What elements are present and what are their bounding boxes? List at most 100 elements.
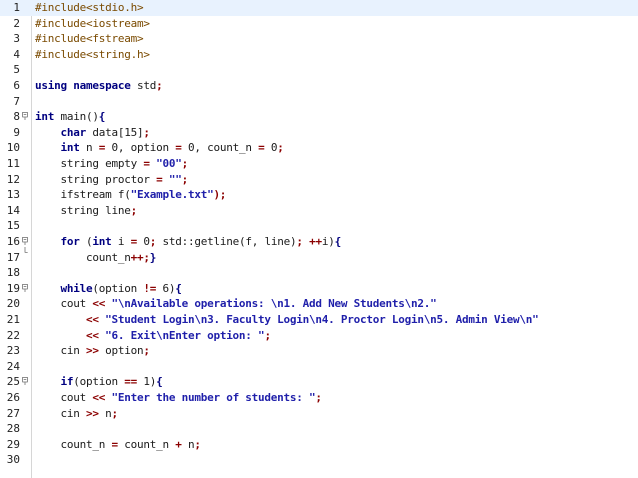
line-number: 24 (6, 359, 20, 373)
code-text[interactable]: string empty = "00"; (35, 156, 188, 172)
fold-collapse-icon[interactable] (21, 112, 29, 121)
code-line[interactable]: 2 #include<iostream> (0, 16, 638, 32)
code-token: ; (277, 141, 284, 155)
code-token: string line (35, 203, 131, 217)
code-token: count_n (35, 250, 131, 264)
code-line[interactable]: 7 (0, 94, 638, 110)
code-text[interactable]: << "Student Login\n3. Faculty Login\n4. … (35, 312, 539, 328)
code-token: } (149, 250, 157, 264)
code-token: std (130, 79, 157, 92)
code-line[interactable]: 16 for (int i = 0; std::getline(f, line)… (0, 234, 638, 250)
code-text[interactable]: count_n = count_n + n; (35, 437, 201, 453)
code-line[interactable]: 15 (0, 218, 638, 234)
code-line[interactable]: 10 int n = 0, option = 0, count_n = 0; (0, 140, 638, 156)
line-number: 14 (6, 203, 20, 217)
code-line[interactable]: 14 string line; (0, 203, 638, 219)
line-number: 5 (13, 63, 20, 77)
line-number: 21 (6, 313, 20, 326)
code-token: i) (321, 235, 335, 248)
code-token: while (60, 281, 93, 295)
code-text[interactable]: #include<iostream> (35, 16, 150, 32)
code-token: 0 (137, 235, 150, 248)
code-line[interactable]: 1 #include<stdio.h> (0, 0, 638, 16)
code-line[interactable]: 4 #include<string.h> (0, 47, 638, 63)
code-text[interactable]: using namespace std; (35, 78, 163, 94)
code-token: ; (315, 391, 322, 404)
code-token: "6. Exit\nEnter option: " (105, 328, 265, 342)
code-token: 0, count_n (181, 141, 259, 155)
code-token: count_n (117, 437, 176, 451)
code-line[interactable]: 24 (0, 359, 638, 375)
code-line[interactable]: 20 cout << "\nAvailable operations: \n1.… (0, 296, 638, 312)
code-text[interactable]: while(option != 6){ (35, 281, 182, 297)
code-token: #include<stdio.h> (35, 1, 144, 14)
code-text[interactable]: string proctor = ""; (35, 172, 188, 188)
line-number: 23 (6, 344, 20, 358)
code-token: main() (54, 110, 99, 124)
code-text[interactable]: char data[15]; (35, 125, 151, 141)
code-text[interactable]: #include<stdio.h> (35, 0, 144, 16)
code-line[interactable]: 3 #include<fstream> (0, 31, 638, 47)
code-line[interactable]: 28 (0, 421, 638, 437)
code-token: cin (35, 406, 86, 420)
fold-collapse-icon[interactable] (21, 237, 29, 245)
code-token: string empty (35, 157, 144, 170)
code-text[interactable]: int main(){ (35, 109, 105, 125)
code-token: ; (264, 328, 271, 342)
code-token: using namespace (35, 79, 131, 92)
code-line[interactable]: 27 cin >> n; (0, 406, 638, 422)
code-line[interactable]: 21 << "Student Login\n3. Faculty Login\n… (0, 312, 638, 328)
code-token: (option (73, 375, 125, 389)
code-text[interactable]: cin >> n; (35, 406, 118, 422)
code-text[interactable]: cin >> option; (35, 343, 150, 359)
code-line[interactable]: 22 << "6. Exit\nEnter option: "; (0, 328, 638, 344)
fold-collapse-icon[interactable] (21, 377, 29, 386)
code-token: 1) (136, 375, 157, 389)
code-line[interactable]: 25 if(option == 1){ (0, 374, 638, 390)
code-line[interactable]: 12 string proctor = ""; (0, 172, 638, 188)
code-line[interactable]: 13 ifstream f("Example.txt"); (0, 187, 638, 203)
line-number: 29 (6, 437, 20, 451)
code-line[interactable]: 8 int main(){ (0, 109, 638, 125)
code-token: if (60, 375, 74, 389)
code-token: cout (35, 391, 93, 404)
line-number: 6 (13, 79, 20, 92)
code-line[interactable]: 17 count_n++;} (0, 246, 638, 266)
line-number: 10 (6, 141, 20, 155)
fold-collapse-icon[interactable] (21, 283, 29, 292)
code-token: ; (143, 344, 150, 358)
code-text[interactable]: count_n++;} (35, 250, 156, 266)
fold-end-icon (24, 246, 28, 253)
code-token: ; (111, 406, 118, 420)
code-token: data[15] (86, 125, 144, 139)
code-line[interactable]: 11 string empty = "00"; (0, 156, 638, 172)
code-text[interactable]: string line; (35, 203, 137, 219)
code-text[interactable]: for (int i = 0; std::getline(f, line); +… (35, 234, 342, 250)
code-line[interactable]: 19 while(option != 6){ (0, 281, 638, 297)
code-line[interactable]: 23 cin >> option; (0, 343, 638, 359)
line-number: 20 (6, 297, 20, 311)
code-text[interactable]: << "6. Exit\nEnter option: "; (35, 328, 271, 344)
code-token: ; (156, 79, 163, 92)
code-text[interactable]: cout << "Enter the number of students: "… (35, 390, 322, 406)
code-text[interactable]: #include<fstream> (35, 31, 144, 47)
code-editor[interactable]: 1 #include<stdio.h> 2 #include<iostream> 3 #i… (0, 0, 638, 478)
code-line[interactable]: 26 cout << "Enter the number of students… (0, 390, 638, 406)
code-line[interactable]: 29 count_n = count_n + n; (0, 437, 638, 453)
code-text[interactable]: ifstream f("Example.txt"); (35, 187, 226, 203)
code-text[interactable]: if(option == 1){ (35, 374, 163, 390)
code-text[interactable]: cout << "\nAvailable operations: \n1. Ad… (35, 296, 436, 312)
code-line[interactable]: 6 using namespace std; (0, 78, 638, 94)
code-token: ; (143, 125, 150, 139)
code-text[interactable]: #include<string.h> (35, 47, 150, 63)
code-token: << (85, 328, 99, 342)
code-line[interactable]: 18 (0, 265, 638, 281)
code-line[interactable]: 5 (0, 62, 638, 78)
code-line[interactable]: 9 char data[15]; (0, 125, 638, 141)
code-line[interactable]: 30 (0, 452, 638, 468)
code-text[interactable]: int n = 0, option = 0, count_n = 0; (35, 140, 284, 156)
code-token: std::getline(f, line) (156, 235, 297, 248)
